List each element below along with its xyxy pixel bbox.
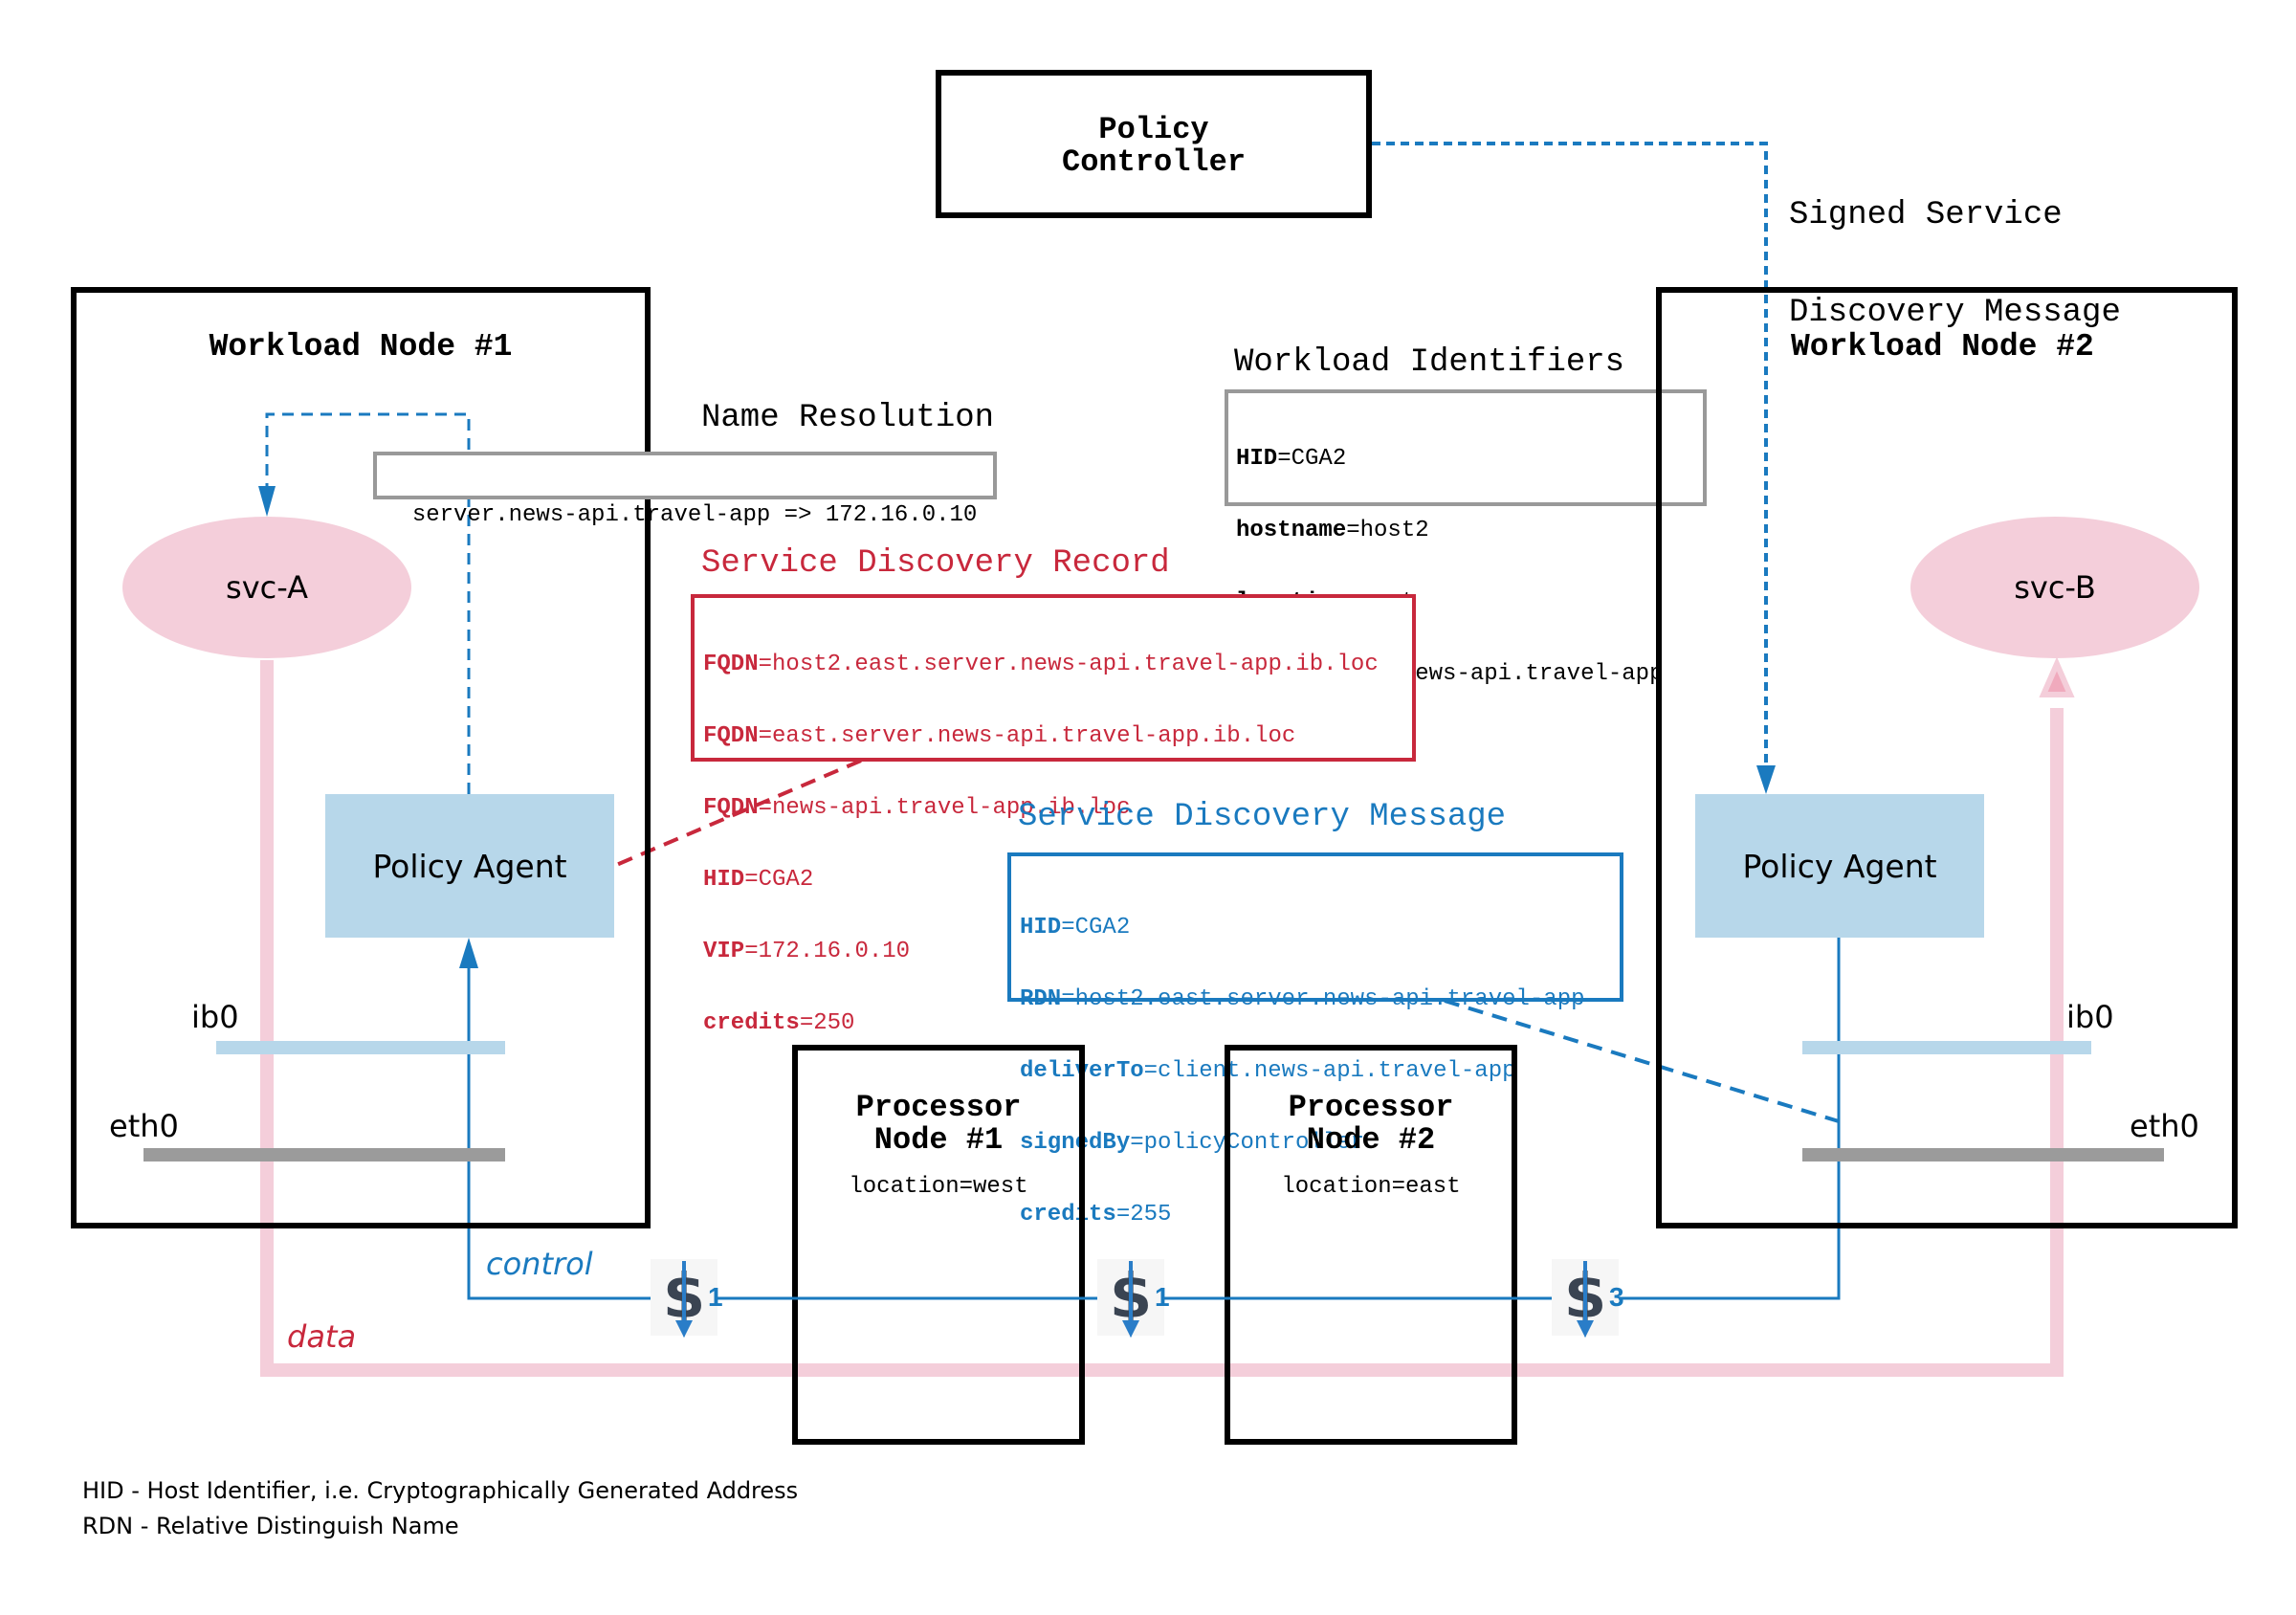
workload-node-1-title: Workload Node #1 (209, 329, 513, 365)
control-flow-label: control (486, 1246, 593, 1282)
svc-a-label: svc-A (226, 569, 308, 606)
processor-node-2[interactable]: Processor Node #2 location=east (1225, 1045, 1517, 1445)
credit-cost-3: 3 (1609, 1282, 1624, 1312)
workload-node-1[interactable] (71, 287, 651, 1228)
message-row: HID=CGA2 (1020, 915, 1131, 940)
policy-controller-title-2: Controller (1061, 144, 1247, 180)
policy-agent-1[interactable]: Policy Agent (325, 794, 614, 938)
svc-a-ellipse[interactable]: svc-A (122, 517, 411, 658)
eth0-label-node1: eth0 (109, 1108, 179, 1144)
workload-node-2[interactable] (1656, 287, 2238, 1228)
eth0-interface-node2 (1802, 1148, 2164, 1161)
name-resolution-title: Name Resolution (701, 400, 995, 436)
processor-node-1[interactable]: Processor Node #1 location=west (792, 1045, 1085, 1445)
processor-node-1-title-2: Node #1 (873, 1122, 1004, 1158)
svc-b-ellipse[interactable]: svc-B (1910, 517, 2199, 658)
ib0-label-node2: ib0 (2066, 999, 2114, 1035)
processor-node-1-location: location=west (849, 1174, 1028, 1200)
name-resolution-text: server.news-api.travel-app => 172.16.0.1… (411, 502, 978, 528)
policy-agent-1-label: Policy Agent (372, 847, 567, 885)
policy-controller-box[interactable]: Policy Controller (936, 70, 1372, 218)
message-row: RDN=host2.east.server.news-api.travel-ap… (1020, 986, 1585, 1012)
workload-node-2-title: Workload Node #2 (1791, 329, 2094, 365)
processor-node-2-title-1: Processor (1288, 1090, 1454, 1125)
name-resolution-box: server.news-api.travel-app => 172.16.0.1… (373, 452, 997, 528)
ib0-interface-node2 (1802, 1041, 2091, 1054)
identifier-row: HID=CGA2 (1236, 446, 1347, 472)
credit-cost-1: 1 (708, 1282, 723, 1312)
processor-node-2-title-2: Node #2 (1306, 1122, 1436, 1158)
service-discovery-record-box: FQDN=host2.east.server.news-api.travel-a… (691, 594, 1416, 1035)
policy-agent-2[interactable]: Policy Agent (1695, 794, 1984, 938)
processor-node-1-title-1: Processor (855, 1090, 1022, 1125)
signed-message-label-line1: Signed Service (1789, 197, 2063, 233)
workload-identifiers-title: Workload Identifiers (1234, 344, 1625, 381)
ib0-label-node1: ib0 (191, 999, 239, 1035)
record-row: FQDN=host2.east.server.news-api.travel-a… (703, 652, 1379, 677)
legend-hid: HID - Host Identifier, i.e. Cryptographi… (82, 1477, 799, 1504)
policy-agent-2-label: Policy Agent (1742, 847, 1937, 885)
workload-identifiers-box: HID=CGA2 hostname=host2 location=east ro… (1225, 389, 1707, 686)
identifier-row: hostname=host2 (1236, 518, 1429, 543)
svc-b-label: svc-B (2014, 569, 2096, 606)
processor-node-2-location: location=east (1281, 1174, 1461, 1200)
record-row: FQDN=east.server.news-api.travel-app.ib.… (703, 723, 1296, 749)
policy-controller-title-1: Policy (1098, 112, 1209, 147)
ib0-interface-node1 (216, 1041, 505, 1054)
legend: HID - Host Identifier, i.e. Cryptographi… (82, 1473, 798, 1544)
service-discovery-message-title: Service Discovery Message (1018, 799, 1507, 835)
service-discovery-record-title: Service Discovery Record (701, 545, 1170, 582)
service-discovery-message-box: HID=CGA2 RDN=host2.east.server.news-api.… (1007, 852, 1623, 1227)
eth0-label-node2: eth0 (2130, 1108, 2199, 1144)
eth0-interface-node1 (144, 1148, 505, 1161)
legend-rdn: RDN - Relative Distinguish Name (82, 1513, 459, 1539)
credit-cost-2: 1 (1155, 1282, 1170, 1312)
data-flow-label: data (287, 1318, 357, 1355)
